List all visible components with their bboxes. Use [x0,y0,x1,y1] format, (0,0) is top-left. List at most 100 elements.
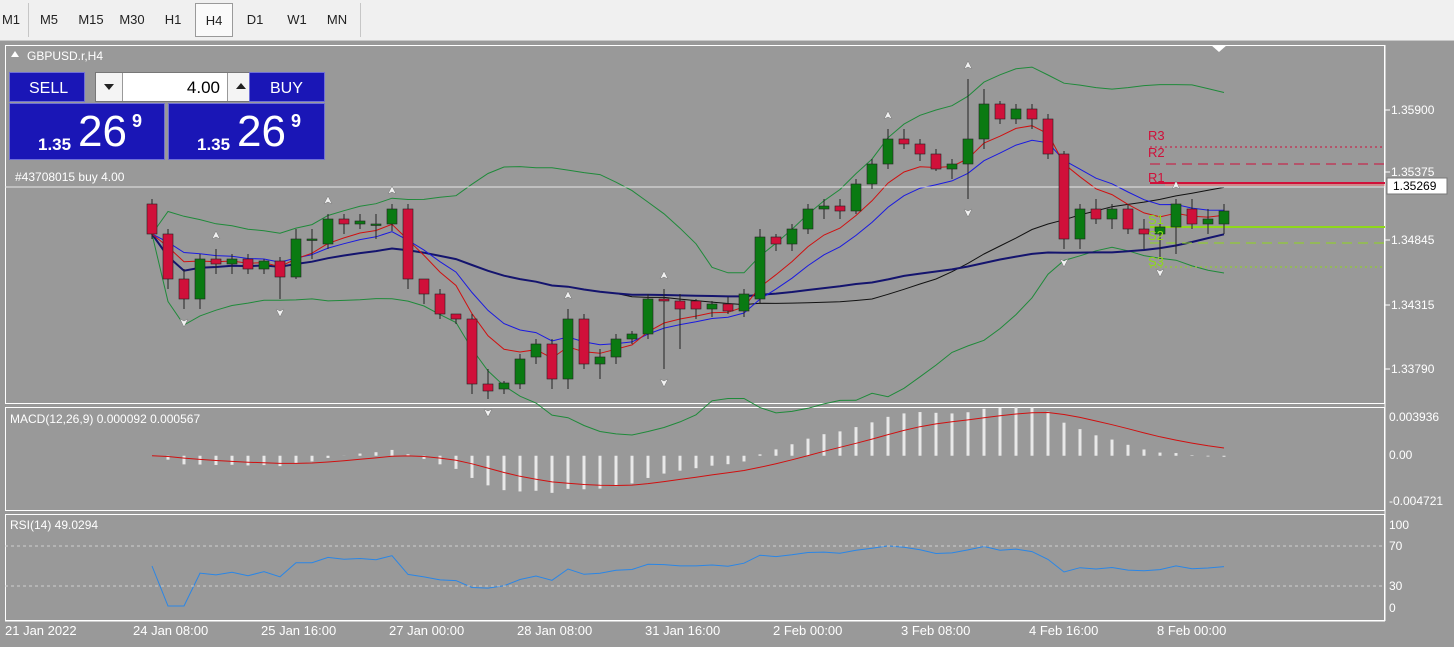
candle [898,129,910,149]
buy-label: BUY [270,80,303,97]
candle [274,257,286,299]
tf-h4-button[interactable]: H4 [195,3,233,37]
candle [610,334,622,364]
candle-body [818,205,830,210]
time-tick: 8 Feb 00:00 [1157,623,1226,638]
candle-body [530,343,542,358]
buy-price-main: 26 [237,107,286,156]
candle-body [754,236,766,300]
macd-tick: 0.003936 [1389,410,1439,424]
candle-body [674,300,686,310]
candle [946,159,958,179]
candle-body [898,138,910,145]
pivot-label-r2: R2 [1148,145,1165,160]
candle-body [210,258,222,265]
buy-price-big: 1.35 [197,135,231,154]
candle [210,249,222,274]
candle [530,339,542,364]
sell-button[interactable]: SELL [9,72,85,102]
candle-body [946,163,958,170]
candle [1122,204,1134,234]
candle-body [626,333,638,340]
candle-body [594,356,606,365]
tf-d1-button[interactable]: D1 [238,3,272,37]
buy-button[interactable]: BUY [249,72,325,102]
lot-size-field[interactable]: 4.00 [95,72,255,102]
tf-h1-button[interactable]: H1 [156,3,190,37]
candle-body [770,236,782,245]
tf-m15-button[interactable]: M15 [72,3,110,37]
tf-m1-button[interactable]: M1 [0,3,22,37]
candle-body [962,138,974,165]
candle [178,269,190,309]
candle [290,229,302,279]
one-click-trading-panel: SELL 4.00 BUY 1.35 26 9 1.35 26 9 [9,72,325,162]
sell-price-button[interactable]: 1.35 26 9 [9,103,165,160]
tf-m5-button[interactable]: M5 [34,3,64,37]
candle-body [546,343,558,380]
candle [1058,151,1070,249]
candle [850,179,862,214]
candle-body [226,258,238,265]
candle [770,234,782,251]
tf-m30-button[interactable]: M30 [113,3,151,37]
candle-body [338,218,350,225]
candle [978,89,990,149]
candle-body [354,220,366,225]
candle-body [146,203,158,235]
candle-body [738,293,750,312]
candle-body [1170,203,1182,228]
rsi-tick: 0 [1389,601,1396,615]
candle-body [882,138,894,165]
candle [1026,104,1038,129]
sell-price-sup: 9 [132,111,143,131]
time-tick: 25 Jan 16:00 [261,623,336,638]
candle [834,199,846,219]
fractal-up-arrow [563,290,573,300]
pivot-label-r3: R3 [1148,128,1165,143]
candle-body [402,208,414,280]
price-tick: 1.35900 [1391,103,1435,117]
candle [450,313,462,324]
macd-label: MACD(12,26,9) 0.000092 0.000567 [10,412,200,426]
tf-w1-button[interactable]: W1 [279,3,315,37]
candle-body [306,238,318,241]
candle-body [642,298,654,335]
fractal-up-arrow [883,110,893,120]
chart-shift-marker-icon[interactable] [1211,45,1227,52]
candle-body [322,218,334,245]
rsi-tick: 30 [1389,579,1403,593]
fractal-up-arrow [211,230,221,240]
candle-body [450,313,462,320]
candle-body [866,163,878,185]
lot-size-value[interactable]: 4.00 [187,78,220,98]
candle [498,381,510,394]
chart-area[interactable]: GBPUSD.r,H4 #43708015 buy 4.00 1.35900 1… [0,41,1454,647]
price-tick: 1.34315 [1391,298,1435,312]
candle-body [690,300,702,310]
candle-body [1218,210,1230,225]
buy-price-sup: 9 [291,111,302,131]
candle-body [1026,108,1038,120]
candle-body [1058,153,1070,240]
candle-body [482,383,494,392]
candle-body [242,258,254,270]
candle-body [1106,208,1118,220]
buy-price-button[interactable]: 1.35 26 9 [168,103,325,160]
lot-decrease-button[interactable] [96,73,123,101]
rsi-tick: 100 [1389,518,1409,532]
collapse-triangle-icon[interactable] [11,51,19,57]
macd-histogram [151,406,1226,493]
candle [1202,209,1214,234]
candle-body [418,278,430,295]
current-price-label: 1.35269 [1393,179,1437,193]
macd-tick: 0.00 [1389,448,1413,462]
fractal-down-arrow [1155,268,1165,278]
candle-body [1090,208,1102,220]
rsi-panel-frame [5,514,1385,621]
order-label: #43708015 buy 4.00 [15,170,125,184]
candle [258,259,270,274]
tf-mn-button[interactable]: MN [318,3,356,37]
time-tick: 28 Jan 08:00 [517,623,592,638]
candle-body [258,260,270,270]
